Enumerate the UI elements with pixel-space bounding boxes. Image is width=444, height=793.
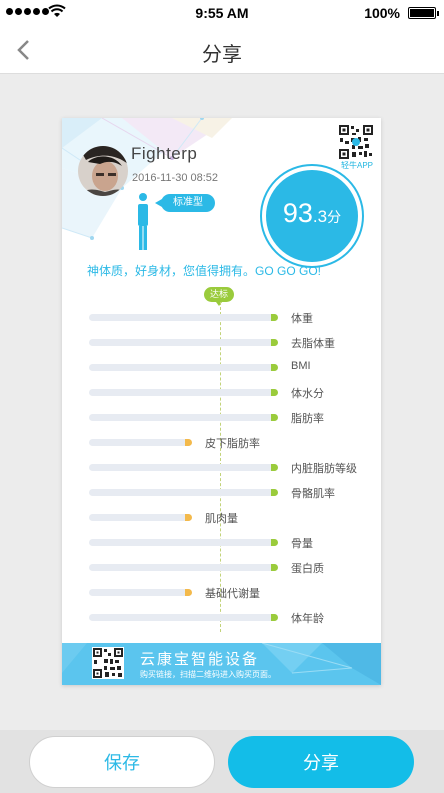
metric-level-indicator bbox=[271, 314, 278, 321]
status-bar: 9:55 AM 100% bbox=[0, 0, 444, 26]
score-decimal: .3 bbox=[312, 207, 328, 226]
footer-subtitle: 购买链接，扫描二维码进入购买页面。 bbox=[140, 670, 276, 679]
score-ring: 93.3 分 bbox=[260, 164, 364, 268]
bottom-action-bar: 保存 分享 bbox=[0, 730, 444, 793]
metric-level-indicator bbox=[271, 564, 278, 571]
share-card: Fighterp 2016-11-30 08:52 轻牛APP 标准型 93.3… bbox=[62, 118, 381, 685]
metric-level-indicator bbox=[271, 614, 278, 621]
page-title: 分享 bbox=[202, 44, 242, 66]
metric-bar bbox=[89, 339, 278, 346]
metric-level-indicator bbox=[271, 539, 278, 546]
metric-level-indicator bbox=[271, 339, 278, 346]
save-button[interactable]: 保存 bbox=[29, 736, 215, 788]
standard-marker-badge: 达标 bbox=[204, 287, 235, 306]
app-qr-label: 轻牛APP bbox=[340, 161, 373, 170]
metric-bar bbox=[89, 414, 278, 421]
measure-datetime: 2016-11-30 08:52 bbox=[132, 172, 219, 184]
body-figure-icon bbox=[138, 193, 148, 250]
footer-title: 云康宝智能设备 bbox=[140, 651, 260, 668]
metric-bar bbox=[89, 539, 278, 546]
metric-label: 体年龄 bbox=[291, 613, 324, 625]
metric-bar bbox=[89, 564, 278, 571]
metric-bar bbox=[89, 514, 192, 521]
metric-level-indicator bbox=[271, 464, 278, 471]
metric-bar bbox=[89, 589, 192, 596]
metric-level-indicator bbox=[271, 364, 278, 371]
navigation-bar: 分享 bbox=[0, 26, 444, 74]
metric-label: 骨骼肌率 bbox=[291, 488, 335, 500]
metric-level-indicator bbox=[271, 489, 278, 496]
metric-bar bbox=[89, 439, 192, 446]
metric-bar bbox=[89, 464, 278, 471]
share-button[interactable]: 分享 bbox=[228, 736, 414, 788]
app-qr-code-icon bbox=[338, 124, 374, 160]
body-type-badge: 标准型 bbox=[155, 194, 215, 212]
metric-label: 内脏脂肪等级 bbox=[291, 463, 357, 475]
slogan: 神体质，好身材，您值得拥有。GO GO GO! bbox=[87, 264, 322, 278]
metric-label: 骨量 bbox=[291, 538, 313, 550]
metric-bar bbox=[89, 364, 278, 371]
avatar bbox=[78, 146, 128, 196]
metric-level-indicator bbox=[185, 589, 192, 596]
metric-label: 蛋白质 bbox=[291, 563, 324, 575]
metric-bar bbox=[89, 389, 278, 396]
metric-label: 体水分 bbox=[291, 388, 324, 400]
metric-bar bbox=[89, 489, 278, 496]
metric-bar bbox=[89, 614, 278, 621]
card-footer: 云康宝智能设备 购买链接，扫描二维码进入购买页面。 bbox=[62, 643, 381, 685]
metric-label: 去脂体重 bbox=[291, 338, 335, 350]
metric-label: 脂肪率 bbox=[291, 413, 324, 425]
metric-label: 体重 bbox=[291, 313, 313, 325]
metric-level-indicator bbox=[185, 439, 192, 446]
score-circle: 93.3 分 bbox=[266, 170, 358, 262]
purchase-qr-code-icon bbox=[92, 647, 124, 679]
metric-level-indicator bbox=[185, 514, 192, 521]
metric-label: BMI bbox=[291, 360, 311, 372]
score-value: 93 bbox=[282, 198, 313, 228]
metric-level-indicator bbox=[271, 414, 278, 421]
avatar-image bbox=[78, 146, 128, 196]
battery-percentage: 100% bbox=[364, 5, 400, 21]
metric-level-indicator bbox=[271, 389, 278, 396]
battery-icon bbox=[408, 7, 439, 19]
score-unit: 分 bbox=[327, 209, 342, 225]
metric-bar bbox=[89, 314, 278, 321]
metric-label: 基础代谢量 bbox=[205, 588, 260, 600]
metric-label: 皮下脂肪率 bbox=[205, 438, 260, 450]
username: Fighterp bbox=[131, 144, 198, 163]
metric-label: 肌肉量 bbox=[205, 513, 238, 525]
